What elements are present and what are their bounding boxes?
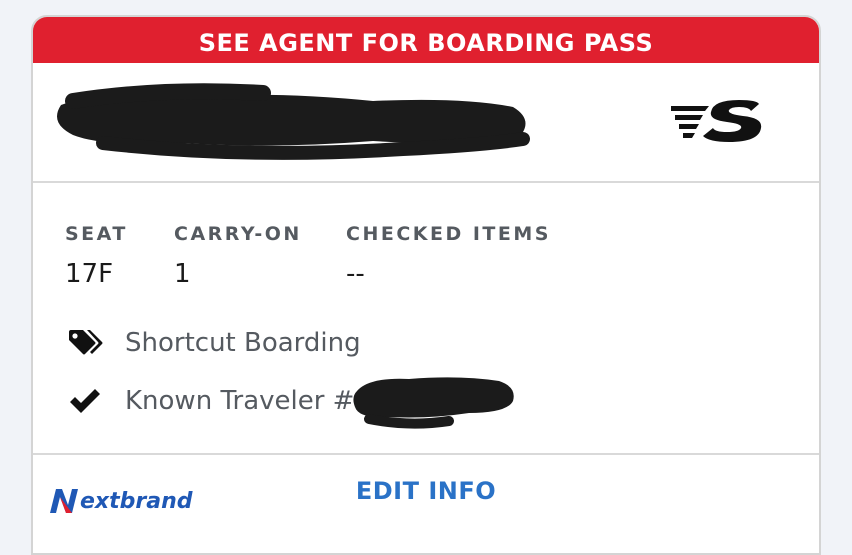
shortcut-boarding-row: Shortcut Boarding — [67, 323, 361, 363]
checked-items-label: CHECKED ITEMS — [346, 223, 551, 245]
nextbrand-logo-icon — [50, 489, 78, 513]
known-traveler-label: Known Traveler # — [125, 386, 355, 416]
airline-logo-icon — [671, 100, 762, 142]
passenger-header — [33, 63, 819, 183]
passenger-details: SEAT 17F CARRY-ON 1 CHECKED ITEMS -- Sho… — [33, 183, 819, 455]
carryon-value: 1 — [174, 259, 191, 289]
shortcut-boarding-label: Shortcut Boarding — [125, 328, 361, 358]
checked-items-value: -- — [346, 259, 365, 289]
nextbrand-text: extbrand — [80, 488, 193, 514]
known-traveler-number-redaction — [353, 377, 514, 429]
seat-value: 17F — [65, 259, 114, 289]
known-traveler-row: Known Traveler # — [67, 381, 354, 421]
carryon-label: CARRY-ON — [174, 223, 302, 245]
seat-label: SEAT — [65, 223, 128, 245]
boarding-card: SEE AGENT FOR BOARDING PASS SEAT 17F CAR… — [31, 15, 821, 555]
tag-icon — [67, 325, 107, 361]
nextbrand-watermark: extbrand — [46, 485, 192, 517]
see-agent-banner: SEE AGENT FOR BOARDING PASS — [33, 17, 819, 63]
passenger-name-redaction — [57, 83, 530, 160]
checkmark-icon — [67, 383, 107, 419]
